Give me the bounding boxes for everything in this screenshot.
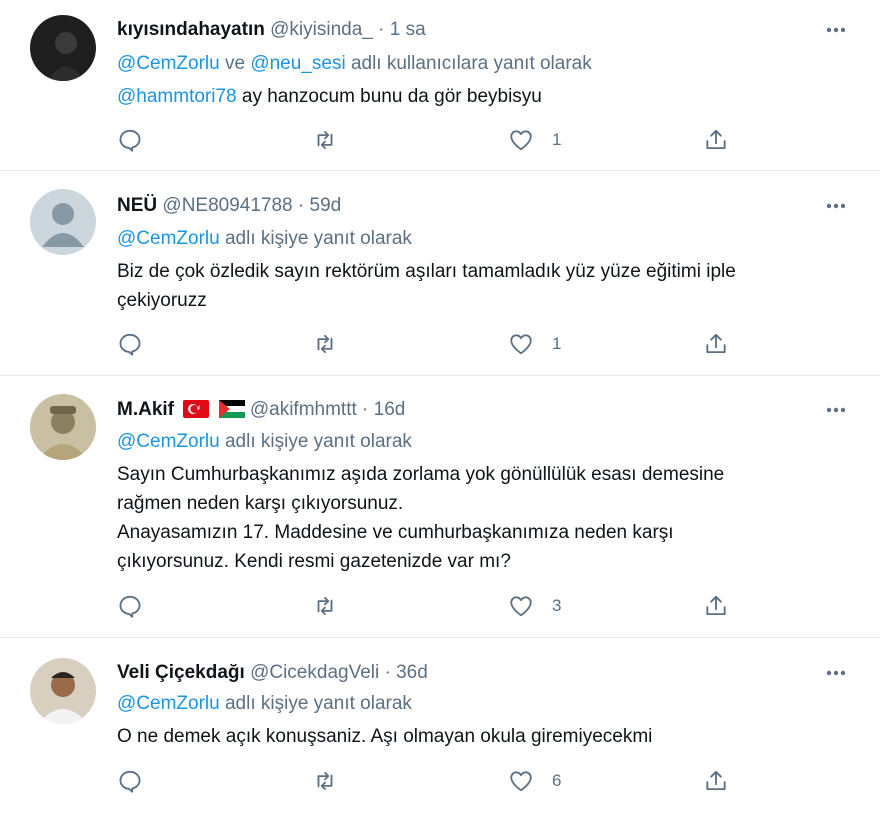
replying-to: @CemZorlu ve @neu_sesi adlı kullanıcılar… [117,52,592,76]
display-name[interactable]: kıyısındahayatın [117,19,265,40]
reply-icon[interactable] [117,329,143,359]
tweet-text-line: Sayın Cumhurbaşkanımız aşıda zorlama yok… [117,464,725,485]
tweet[interactable]: NEÜ @NE80941788 · 59d @CemZorlu adlı kiş… [0,171,880,376]
display-name[interactable]: NEÜ [117,195,157,216]
avatar[interactable] [30,658,96,724]
retweet-icon[interactable] [312,766,338,796]
separator-dot: · [384,662,391,683]
share-icon[interactable] [703,766,729,796]
like-icon[interactable] [508,591,534,621]
tweet-text-line: çekiyoruzz [117,290,207,311]
separator-dot: · [297,195,305,216]
more-icon[interactable] [822,194,850,218]
replying-to: @CemZorlu adlı kişiye yanıt olarak [117,692,412,716]
tweet-header: kıyısındahayatın @kiyisinda_ · 1 sa [117,18,426,42]
reply-icon[interactable] [117,125,143,155]
tweet-actions: 6 [0,766,880,796]
mention-link[interactable]: @CemZorlu [117,431,220,452]
user-handle[interactable]: @akifmhmttt [250,399,357,420]
reply-suffix: adlı kişiye yanıt olarak [219,228,412,249]
share-icon[interactable] [703,329,729,359]
tweet-text-line: rağmen neden karşı çıkıyorsunuz. [117,493,404,514]
mention-link[interactable]: @hammtori78 [117,86,237,107]
share-icon[interactable] [703,591,729,621]
mention-link[interactable]: @neu_sesi [250,53,345,74]
tweet-header: M.Akif @akifmhmttt · 16d [117,398,405,425]
retweet-icon[interactable] [312,125,338,155]
display-name[interactable]: Veli Çiçekdağı [117,662,245,683]
tweet-text: O ne demek açık konuşsaniz. Aşı olmayan … [117,722,837,751]
tweet-header: NEÜ @NE80941788 · 59d [117,194,341,218]
mention-link[interactable]: @CemZorlu [117,693,220,714]
turkey-flag-icon [183,400,210,425]
retweet-icon[interactable] [312,591,338,621]
tweet-text: Biz de çok özledik sayın rektörüm aşılar… [117,257,837,315]
tweet-text-line: O ne demek açık konuşsaniz. Aşı olmayan … [117,726,653,747]
share-icon[interactable] [703,125,729,155]
timestamp[interactable]: 36d [396,662,428,683]
tweet-text-line: Biz de çok özledik sayın rektörüm aşılar… [117,261,736,282]
like-icon[interactable] [508,125,534,155]
tweet-actions: 1 [0,125,880,155]
mention-link[interactable]: @CemZorlu [117,53,220,74]
like-count: 6 [552,771,562,790]
timestamp[interactable]: 16d [374,399,406,420]
palestine-flag-icon [218,400,245,425]
like-icon[interactable] [508,329,534,359]
reply-suffix: adlı kullanıcılara yanıt olarak [345,53,592,74]
tweet-text: Sayın Cumhurbaşkanımız aşıda zorlama yok… [117,460,837,576]
tweet-text-line: Anayasamızın 17. Maddesine ve cumhurbaşk… [117,522,674,543]
tweet-actions: 3 [0,591,880,621]
reply-feed: kıyısındahayatın @kiyisinda_ · 1 sa @Cem… [0,0,880,818]
reply-icon[interactable] [117,591,143,621]
tweet-text-line: ay hanzocum bunu da gör beybisyu [236,86,542,107]
more-icon[interactable] [822,18,850,42]
mention-link[interactable]: @CemZorlu [117,228,220,249]
replying-to: @CemZorlu adlı kişiye yanıt olarak [117,227,412,251]
reply-suffix: adlı kişiye yanıt olarak [219,431,412,452]
display-name[interactable]: M.Akif [117,399,174,420]
like-count: 3 [552,596,562,615]
more-icon[interactable] [822,661,850,685]
avatar[interactable] [30,15,96,81]
tweet-header: Veli Çiçekdağı @CicekdagVeli · 36d [117,661,428,685]
tweet[interactable]: Veli Çiçekdağı @CicekdagVeli · 36d @CemZ… [0,638,880,818]
tweet[interactable]: M.Akif @akifmhmttt · 16d @CemZorlu adlı … [0,376,880,638]
tweet-text: @hammtori78 ay hanzocum bunu da gör beyb… [117,82,837,111]
avatar[interactable] [30,189,96,255]
separator-dot: · [362,399,369,420]
separator-dot: · [378,19,385,40]
user-handle[interactable]: @NE80941788 [162,195,292,216]
timestamp[interactable]: 1 sa [390,19,426,40]
reply-icon[interactable] [117,766,143,796]
tweet-text-line: çıkıyorsunuz. Kendi resmi gazetenizde va… [117,551,511,572]
like-count: 1 [552,334,562,353]
user-handle[interactable]: @kiyisinda_ [270,19,373,40]
like-icon[interactable] [508,766,534,796]
more-icon[interactable] [822,398,850,422]
user-handle[interactable]: @CicekdagVeli [250,662,379,683]
avatar[interactable] [30,394,96,460]
reply-join: ve [219,53,251,74]
like-count: 1 [552,130,562,149]
timestamp[interactable]: 59d [310,195,342,216]
reply-suffix: adlı kişiye yanıt olarak [219,693,412,714]
tweet-actions: 1 [0,329,880,359]
replying-to: @CemZorlu adlı kişiye yanıt olarak [117,430,412,454]
tweet[interactable]: kıyısındahayatın @kiyisinda_ · 1 sa @Cem… [0,0,880,171]
retweet-icon[interactable] [312,329,338,359]
